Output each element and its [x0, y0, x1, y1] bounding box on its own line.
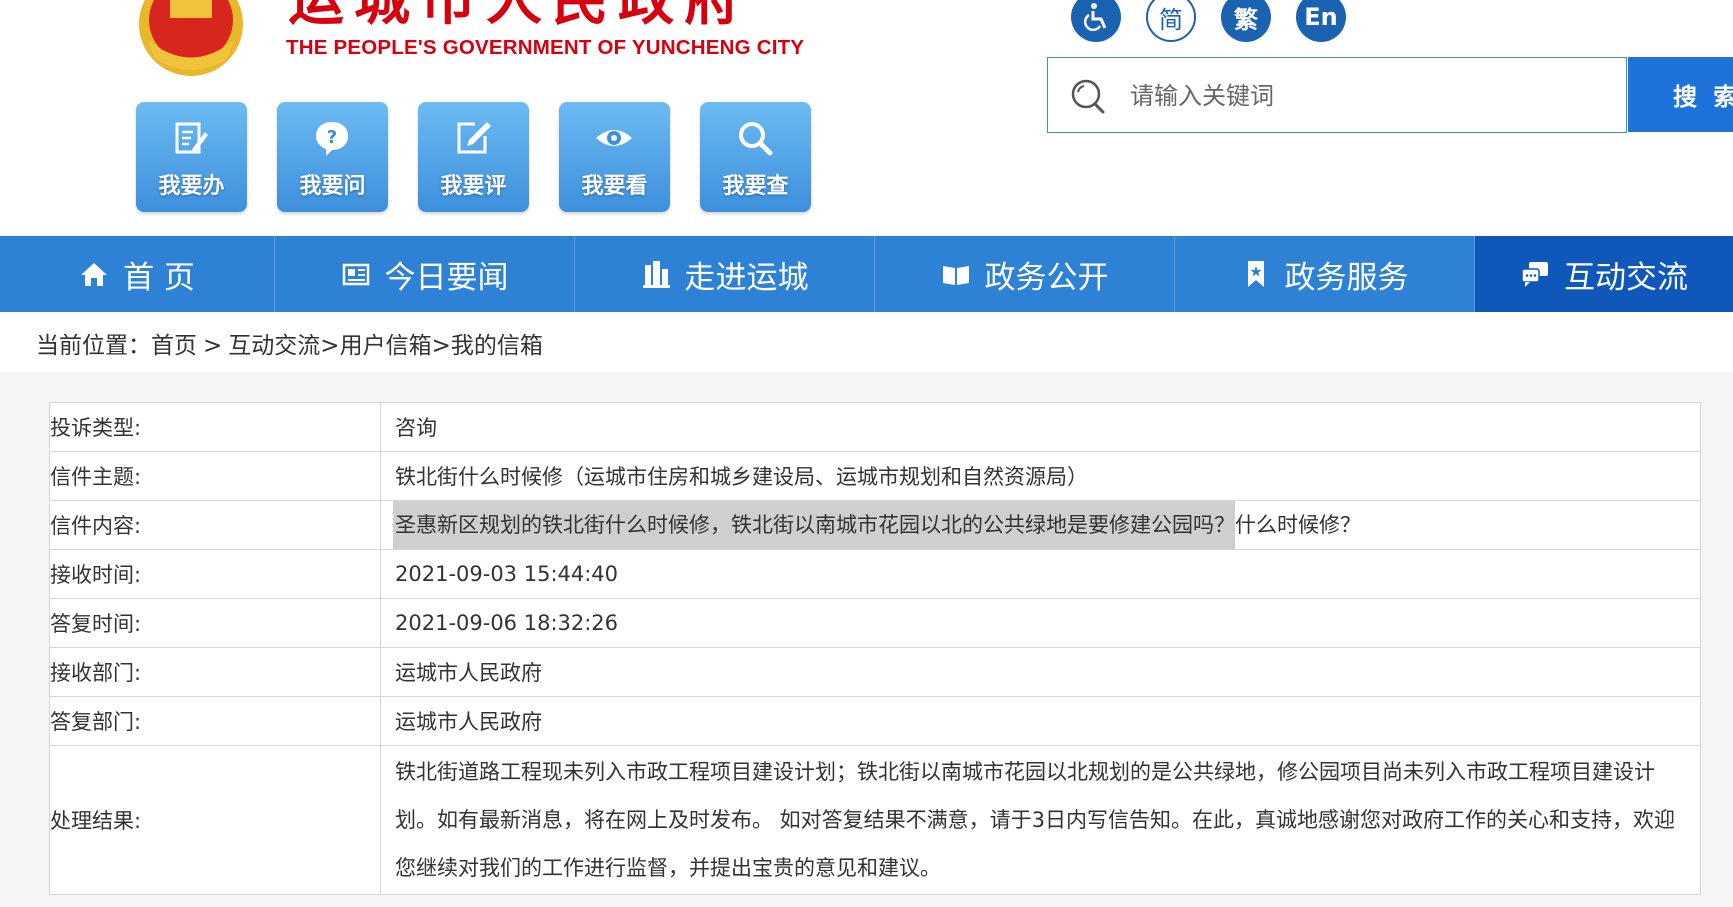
letter-content-value: 圣惠新区规划的铁北街什么时候修，铁北街以南城市花园以北的公共绿地是要修建公园吗？…	[380, 500, 1701, 550]
traditional-chinese-button[interactable]: 繁	[1221, 0, 1271, 42]
breadcrumb: 当前位置：首页 > 互动交流>用户信箱>我的信箱	[36, 326, 543, 360]
table-row: 信件内容: 圣惠新区规划的铁北街什么时候修，铁北街以南城市花园以北的公共绿地是要…	[49, 500, 1701, 550]
search-box	[1047, 57, 1672, 133]
breadcrumb-separator: >	[431, 333, 451, 359]
breadcrumb-home-link[interactable]: 首页	[151, 333, 197, 359]
main-nav: 首 页 今日要闻 走进运城 政务公开 政务服务 互动交流	[0, 236, 1733, 312]
breadcrumb-prefix: 当前位置：	[36, 333, 151, 359]
table-row: 处理结果: 铁北街道路工程现未列入市政工程项目建设计划；铁北街以南城市花园以北规…	[49, 745, 1701, 895]
table-row: 信件主题: 铁北街什么时候修（运城市住房和城乡建设局、运城市规划和自然资源局）	[49, 451, 1701, 501]
letter-subject-value: 铁北街什么时候修（运城市住房和城乡建设局、运城市规划和自然资源局）	[380, 451, 1701, 501]
breadcrumb-my-mailbox: 我的信箱	[450, 333, 543, 359]
letter-content-rest: 什么时候修？	[1235, 513, 1361, 537]
edit-document-icon	[175, 122, 208, 154]
site-title-english: THE PEOPLE'S GOVERNMENT OF YUNCHENG CITY	[286, 36, 805, 59]
row-label: 接收时间:	[49, 549, 381, 599]
row-label: 答复时间:	[49, 598, 381, 648]
table-row: 答复时间: 2021-09-06 18:32:26	[49, 598, 1701, 648]
search-icon	[1071, 79, 1105, 114]
receiving-dept-value: 运城市人民政府	[380, 647, 1701, 697]
row-label: 信件内容:	[49, 500, 381, 550]
tile-view[interactable]: 我要看	[559, 102, 670, 212]
row-label: 投诉类型:	[49, 402, 381, 452]
tile-label: 我要评	[440, 174, 507, 199]
bookmark-icon	[1247, 261, 1264, 287]
nav-item-label: 首 页	[123, 259, 195, 296]
nav-item-interaction[interactable]: 互动交流	[1475, 236, 1733, 312]
breadcrumb-mailbox-link[interactable]: 用户信箱	[340, 333, 432, 359]
tile-label: 我要问	[299, 174, 366, 199]
nav-item-gov-services[interactable]: 政务服务	[1175, 236, 1475, 312]
chat-bubbles-icon	[1521, 262, 1548, 287]
tile-label: 我要看	[581, 174, 648, 199]
table-row: 接收时间: 2021-09-03 15:44:40	[49, 549, 1701, 599]
row-label: 处理结果:	[49, 745, 381, 895]
tile-label: 我要查	[722, 174, 789, 199]
nav-item-label: 走进运城	[684, 259, 809, 296]
letter-detail-table: 投诉类型: 咨询 信件主题: 铁北街什么时候修（运城市住房和城乡建设局、运城市规…	[49, 402, 1701, 895]
search-button[interactable]: 搜 索	[1628, 57, 1733, 132]
pen-square-icon	[457, 122, 491, 154]
nav-item-label: 政务公开	[984, 259, 1109, 296]
breadcrumb-separator: >	[320, 333, 340, 359]
tile-label: 我要办	[158, 174, 225, 199]
nav-item-label: 今日要闻	[384, 259, 509, 296]
received-time-value: 2021-09-03 15:44:40	[380, 549, 1701, 599]
site-title: 运城市人民政府	[288, 0, 750, 33]
row-label: 接收部门:	[49, 647, 381, 697]
breadcrumb-separator: >	[203, 333, 223, 359]
complaint-type-value: 咨询	[380, 402, 1701, 452]
city-building-icon	[642, 261, 670, 288]
question-bubble-icon: ?	[316, 122, 348, 156]
tile-ask[interactable]: ? 我要问	[277, 102, 388, 212]
svg-text:?: ?	[327, 127, 337, 148]
search-icon	[739, 122, 773, 156]
row-label: 信件主题:	[49, 451, 381, 501]
tile-query[interactable]: 我要查	[700, 102, 811, 212]
reply-dept-value: 运城市人民政府	[380, 696, 1701, 746]
home-icon	[81, 263, 108, 286]
row-label: 答复部门:	[49, 696, 381, 746]
tile-evaluate[interactable]: 我要评	[418, 102, 529, 212]
breadcrumb-interaction-link[interactable]: 互动交流	[228, 333, 320, 359]
reply-time-value: 2021-09-06 18:32:26	[380, 598, 1701, 648]
tile-handle-affairs[interactable]: 我要办	[136, 102, 247, 212]
search-input[interactable]	[1128, 72, 1672, 120]
nav-item-label: 政务服务	[1284, 259, 1409, 296]
table-row: 接收部门: 运城市人民政府	[49, 647, 1701, 697]
processing-result-value: 铁北街道路工程现未列入市政工程项目建设计划；铁北街以南城市花园以北规划的是公共绿…	[380, 745, 1701, 895]
news-icon	[342, 263, 369, 286]
accessibility-icon	[1083, 3, 1107, 32]
english-button[interactable]: En	[1296, 0, 1346, 42]
nav-item-home[interactable]: 首 页	[0, 236, 275, 312]
nav-item-gov-affairs[interactable]: 政务公开	[875, 236, 1175, 312]
nav-item-label: 互动交流	[1564, 259, 1688, 296]
table-row: 答复部门: 运城市人民政府	[49, 696, 1701, 746]
nav-item-news[interactable]: 今日要闻	[275, 236, 575, 312]
eye-icon	[596, 130, 632, 146]
table-row: 投诉类型: 咨询	[49, 402, 1701, 452]
selected-text-highlight: 圣惠新区规划的铁北街什么时候修，铁北街以南城市花园以北的公共绿地是要修建公园吗？	[393, 501, 1235, 549]
nav-item-about-city[interactable]: 走进运城	[575, 236, 875, 312]
national-emblem-icon	[139, 0, 243, 76]
open-book-icon	[942, 266, 969, 285]
simplified-chinese-button[interactable]: 简	[1146, 0, 1196, 42]
accessibility-button[interactable]	[1071, 0, 1121, 42]
